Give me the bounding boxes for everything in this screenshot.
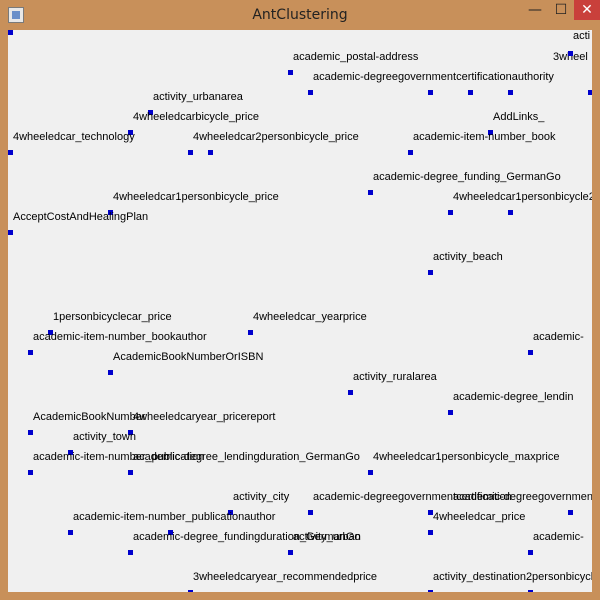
node-label: AddLinks_ [493, 111, 545, 123]
node-label: AcademicBookNumberOrISBN [113, 351, 264, 363]
node-label: AcceptCostAndHealingPlan [13, 211, 149, 223]
node-point [308, 90, 313, 95]
close-button[interactable]: ✕ [574, 0, 600, 20]
node-point [508, 210, 513, 215]
node-label: 4wheeledcar1personbicycle2 [453, 191, 592, 203]
node-point [528, 590, 533, 592]
node-point [428, 90, 433, 95]
node-label: acti [573, 30, 591, 42]
node-point [128, 470, 133, 475]
node-label: academic-item-number_book [413, 131, 556, 143]
node-label: academic-degreegovernmentcertification [453, 491, 592, 503]
node-label: 4wheeledcar2personbicycle_price [193, 131, 359, 143]
minimize-button[interactable]: — [522, 0, 548, 20]
node-label: academic-degreegovernmentcertificationau… [313, 71, 554, 83]
node-label: academic_postal-address [293, 51, 419, 63]
node-label: 4wheeledcar1personbicycle_price [113, 191, 279, 203]
node-point [288, 70, 293, 75]
node-label: AcademicBookNumber [33, 411, 146, 423]
node-label: academic-item-number_publicationauthor [73, 511, 276, 523]
node-point [188, 150, 193, 155]
node-point [448, 410, 453, 415]
window-title: AntClustering [252, 7, 348, 23]
node-point [108, 370, 113, 375]
node-point [8, 230, 13, 235]
node-label: activity_city [233, 491, 290, 503]
node-point [568, 510, 573, 515]
node-label: academic- [533, 531, 584, 543]
node-label: 4wheeledcar_price [433, 511, 526, 523]
node-point [188, 590, 193, 592]
node-label: 4wheeledcar1personbicycle_maxprice [373, 451, 560, 463]
node-point [588, 90, 592, 95]
node-point [448, 210, 453, 215]
node-point [248, 330, 253, 335]
node-point [308, 510, 313, 515]
node-point [568, 51, 573, 56]
node-point [288, 550, 293, 555]
node-point [28, 350, 33, 355]
node-label: 4wheeledcar_yearprice [253, 311, 367, 323]
node-point [368, 470, 373, 475]
node-label: activity_beach [433, 251, 503, 263]
node-point [528, 350, 533, 355]
cluster-canvas: acti academic_postal-address 3wheel acad… [8, 30, 592, 592]
node-label: academic-degree_lendin [453, 391, 574, 403]
node-label: 1personbicyclecar_price [53, 311, 172, 323]
node-point [368, 190, 373, 195]
node-point [8, 30, 13, 35]
title-bar[interactable]: AntClustering — ☐ ✕ [0, 0, 600, 30]
node-label: 4wheeledcar_technology [13, 131, 135, 143]
node-label: academic-item-number_bookauthor [33, 331, 207, 343]
node-label: 3wheeledcaryear_recommendedprice [193, 571, 378, 583]
node-point [428, 530, 433, 535]
node-label: activity_town [73, 431, 136, 443]
node-point [508, 90, 513, 95]
node-label: academic-degree_lendingduration_GermanGo [133, 451, 360, 463]
node-label: 4wheeledcarbicycle_price [133, 111, 259, 123]
node-point [408, 150, 413, 155]
node-point [128, 550, 133, 555]
maximize-button[interactable]: ☐ [548, 0, 574, 20]
node-label: activity_urbanarea [153, 91, 243, 103]
node-point [348, 390, 353, 395]
node-point [8, 150, 13, 155]
node-label: academic-degree_funding_GermanGo [373, 171, 561, 183]
node-point [28, 430, 33, 435]
node-label: activity_ruralarea [353, 371, 437, 383]
node-point [68, 530, 73, 535]
node-point [28, 470, 33, 475]
node-point [528, 550, 533, 555]
node-point [208, 150, 213, 155]
node-label: academic- [533, 331, 584, 343]
node-label: activity_urban [293, 531, 361, 543]
node-point [428, 270, 433, 275]
app-window: AntClustering — ☐ ✕ acti academic_postal… [0, 0, 600, 600]
node-point [468, 90, 473, 95]
node-label: 4wheeledcaryear_pricereport [133, 411, 276, 423]
node-point [428, 590, 433, 592]
node-label: activity_destination2personbicycle [433, 571, 592, 583]
